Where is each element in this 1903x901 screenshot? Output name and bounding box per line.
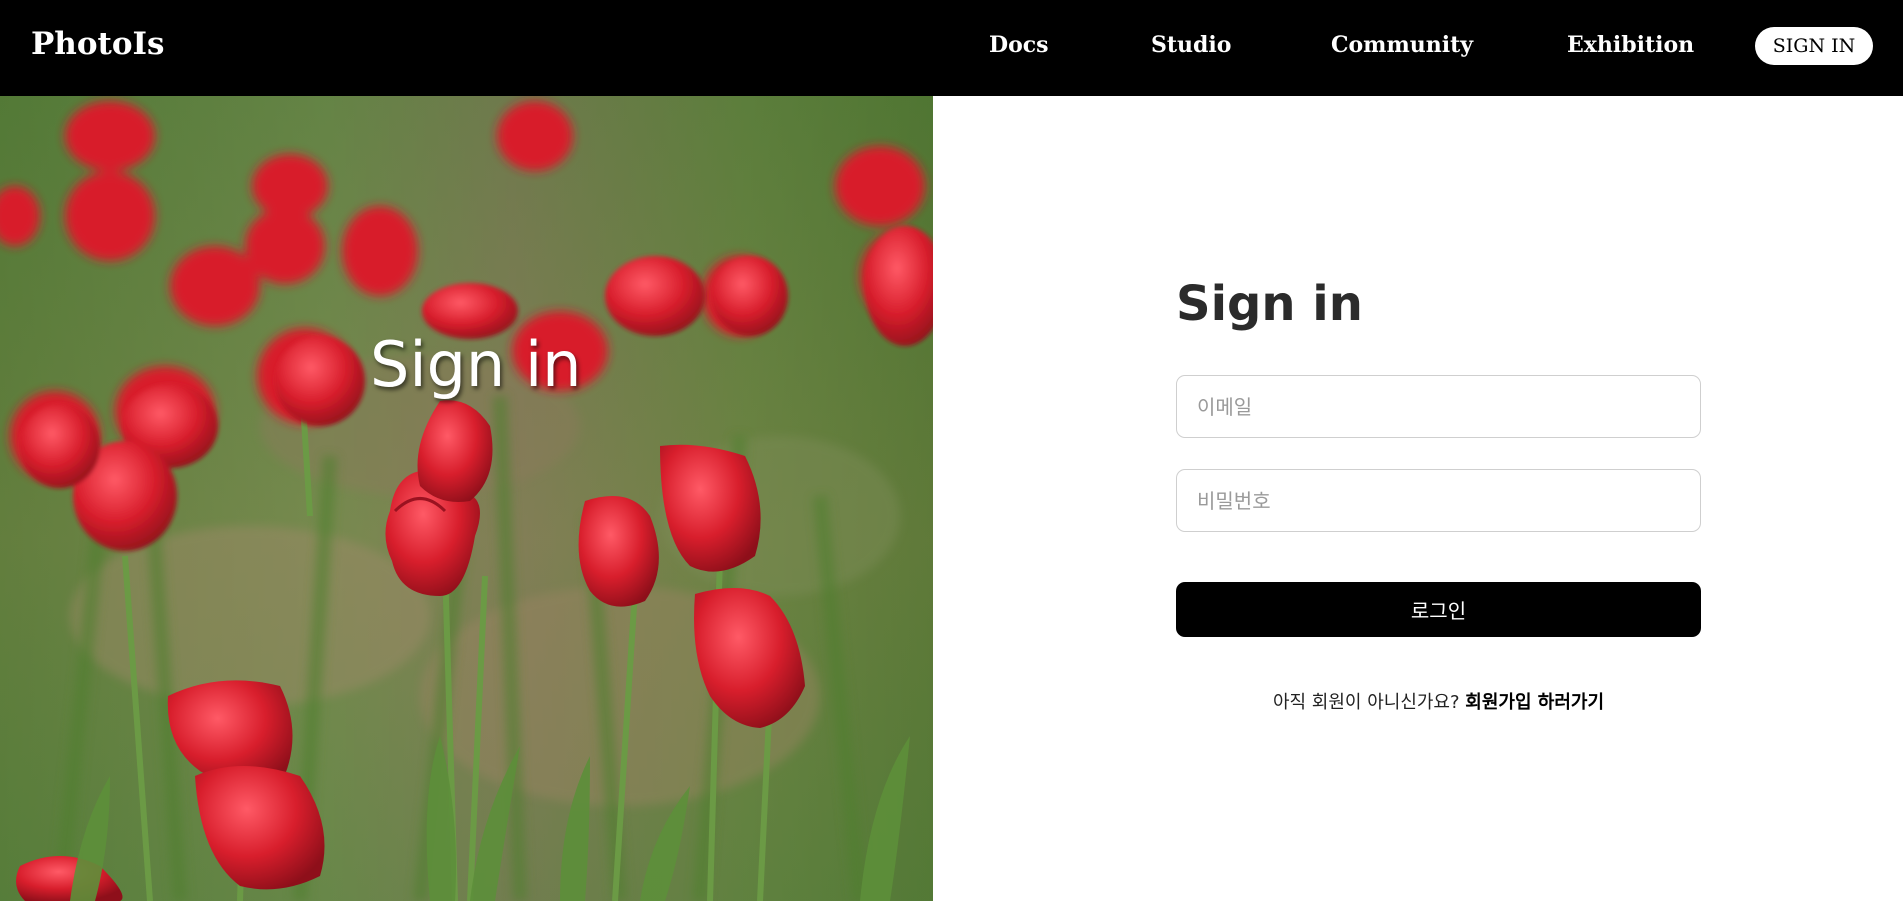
hero-title: Sign in [370, 328, 582, 401]
form-title: Sign in [1176, 276, 1363, 332]
nav-exhibition-link[interactable]: Exhibition [1567, 32, 1694, 58]
password-field[interactable] [1176, 469, 1701, 532]
login-button[interactable]: 로그인 [1176, 582, 1701, 637]
tulip-field-image [0, 101, 933, 901]
nav-community-link[interactable]: Community [1331, 32, 1473, 58]
signup-link[interactable]: 회원가입 하러가기 [1465, 692, 1604, 713]
nav-studio-link[interactable]: Studio [1151, 32, 1231, 58]
nav-docs-link[interactable]: Docs [989, 32, 1049, 58]
top-nav-bar: PhotoIs Docs Studio Community Exhibition… [0, 0, 1903, 96]
email-field[interactable] [1176, 375, 1701, 438]
signup-prompt: 아직 회원이 아니신가요? [1272, 692, 1460, 713]
signup-row: 아직 회원이 아니신가요? 회원가입 하러가기 [1176, 688, 1701, 714]
header-signin-button[interactable]: SIGN IN [1755, 27, 1873, 65]
logo[interactable]: PhotoIs [31, 26, 164, 62]
hero-image-panel: Sign in [0, 96, 933, 901]
